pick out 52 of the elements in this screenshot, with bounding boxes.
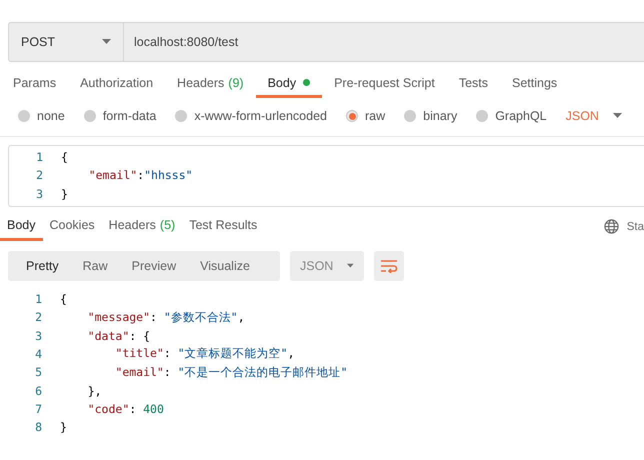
view-mode-tab[interactable]: Pretty bbox=[14, 250, 71, 281]
tab[interactable]: Pre-request Script bbox=[322, 70, 447, 98]
tab[interactable]: Params bbox=[1, 70, 68, 98]
line-number: 2 bbox=[35, 168, 43, 182]
view-mode-tab[interactable]: Visualize bbox=[188, 250, 262, 281]
url-field[interactable]: localhost:8080/test bbox=[124, 22, 644, 62]
globe-icon[interactable] bbox=[604, 219, 619, 234]
code-line: } bbox=[60, 186, 68, 201]
radio-option[interactable]: form-data bbox=[84, 109, 156, 123]
tab[interactable]: Cookies bbox=[42, 212, 102, 241]
line-number: 3 bbox=[35, 186, 43, 201]
code-line: } bbox=[59, 420, 67, 434]
wrap-lines-button[interactable] bbox=[374, 250, 404, 281]
code-line: "data": { bbox=[86, 328, 150, 343]
line-number: 1 bbox=[35, 150, 43, 164]
caret-icon bbox=[347, 262, 354, 269]
tab[interactable]: Body bbox=[256, 70, 322, 98]
radio-option[interactable]: none bbox=[18, 109, 65, 123]
view-mode-tab[interactable]: Preview bbox=[120, 250, 188, 281]
tab[interactable]: Tests bbox=[446, 70, 500, 98]
line-number: 3 bbox=[34, 328, 42, 343]
code-line: "email": "不是一个合法的电子邮件地址" bbox=[114, 364, 348, 380]
line-number: 2 bbox=[34, 310, 42, 324]
code-line: "message": "参数不合法", bbox=[86, 310, 245, 325]
code-line: }, bbox=[86, 384, 102, 398]
line-number: 1 bbox=[34, 292, 42, 306]
tab[interactable]: Test Results bbox=[182, 212, 264, 241]
radio-option[interactable]: x-www-form-urlencoded bbox=[175, 109, 327, 123]
tab[interactable]: Authorization bbox=[68, 70, 166, 98]
tab[interactable]: Headers (5) bbox=[102, 212, 182, 241]
view-mode-tab[interactable]: Raw bbox=[70, 250, 120, 281]
code-line: "code": 400 bbox=[86, 402, 164, 416]
radio-option[interactable]: raw bbox=[346, 109, 386, 123]
caret-icon bbox=[102, 39, 111, 45]
tab[interactable]: Body bbox=[0, 212, 42, 241]
tab[interactable]: Settings bbox=[500, 70, 570, 98]
caret-icon bbox=[612, 113, 622, 119]
line-number: 5 bbox=[34, 365, 42, 380]
code-line: { bbox=[60, 150, 68, 164]
radio-option[interactable]: GraphQL bbox=[476, 109, 547, 123]
line-number: 7 bbox=[34, 402, 42, 416]
line-number: 4 bbox=[34, 346, 42, 361]
line-number: 8 bbox=[34, 420, 42, 434]
code-line: "email":"hhsss" bbox=[88, 168, 193, 182]
method-dropdown[interactable]: POST bbox=[8, 22, 124, 62]
code-line: "title": "文章标题不能为空", bbox=[114, 346, 295, 362]
radio-option[interactable]: binary bbox=[404, 109, 458, 123]
code-line: { bbox=[59, 292, 67, 306]
line-number: 6 bbox=[34, 384, 42, 398]
tab[interactable]: Headers (9) bbox=[165, 70, 256, 98]
wrap-lines-icon bbox=[380, 258, 398, 273]
status-label: Sta bbox=[626, 220, 644, 233]
